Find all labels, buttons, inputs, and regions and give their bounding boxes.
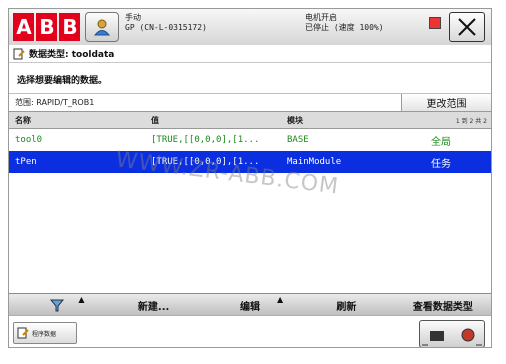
edit-button[interactable]: 编辑 ▲ — [202, 294, 298, 316]
status-motors: 电机开启 已停止 (速度 100%) — [305, 13, 384, 32]
user-icon — [93, 19, 111, 36]
column-header-name: 名称 — [15, 115, 31, 125]
command-bar: ▲ 新建... 编辑 ▲ 刷新 查看数据类型 — [9, 293, 491, 316]
main-menu-button[interactable] — [85, 12, 119, 42]
column-header-module: 模块 — [287, 115, 303, 125]
quickset-icon — [422, 328, 482, 346]
task-program-data[interactable]: 程序数据 — [13, 322, 77, 344]
flexpendant-screen: A B B 手动 GP (CN-L-0315172) 电机开启 已停止 (速度 … — [8, 8, 492, 348]
table-header: 名称 值 模块 1 到 2 共 2 — [9, 112, 491, 129]
row-name: tool0 — [15, 135, 43, 145]
row-module: MainModule — [287, 157, 342, 167]
status-indicator-icon[interactable] — [429, 17, 441, 29]
header-bar: A B B 手动 GP (CN-L-0315172) 电机开启 已停止 (速度 … — [9, 9, 491, 46]
data-table: 名称 值 模块 1 到 2 共 2 tool0 [TRUE,[[0,0,0],[… — [9, 111, 491, 294]
row-scope: 全局 — [431, 136, 451, 148]
program-data-icon — [17, 327, 29, 339]
close-icon — [458, 18, 476, 36]
status-mode: 手动 GP (CN-L-0315172) — [125, 13, 207, 32]
view-data-types-button[interactable]: 查看数据类型 — [395, 294, 491, 316]
window-title: 数据类型: tooldata — [29, 50, 115, 60]
filter-button[interactable]: ▲ — [9, 294, 105, 316]
change-scope-button[interactable]: 更改范围 — [401, 93, 491, 112]
row-scope: 任务 — [431, 158, 451, 170]
task-bar: 程序数据 — [9, 315, 491, 347]
row-value: [TRUE,[[0,0,0],[1... — [151, 135, 260, 145]
quickset-button[interactable] — [419, 320, 485, 347]
program-data-icon — [13, 48, 25, 59]
page-count: 1 到 2 共 2 — [455, 117, 487, 125]
instruction-text: 选择想要编辑的数据。 — [17, 76, 108, 86]
scope-label: 范围: RAPID/T_ROB1 — [15, 98, 95, 107]
expand-up-icon: ▲ — [277, 295, 284, 304]
new-button[interactable]: 新建... — [105, 294, 201, 316]
abb-logo: A B B — [13, 13, 83, 41]
close-button[interactable] — [449, 12, 485, 42]
window-title-bar: 数据类型: tooldata — [9, 45, 491, 63]
expand-up-icon: ▲ — [78, 295, 85, 304]
column-header-value: 值 — [151, 115, 159, 125]
row-module: BASE — [287, 135, 309, 145]
filter-icon — [50, 299, 65, 312]
table-row[interactable]: tool0 [TRUE,[[0,0,0],[1... BASE 全局 — [9, 129, 491, 151]
refresh-button[interactable]: 刷新 — [298, 294, 394, 316]
scope-row: 范围: RAPID/T_ROB1 更改范围 — [9, 93, 491, 112]
